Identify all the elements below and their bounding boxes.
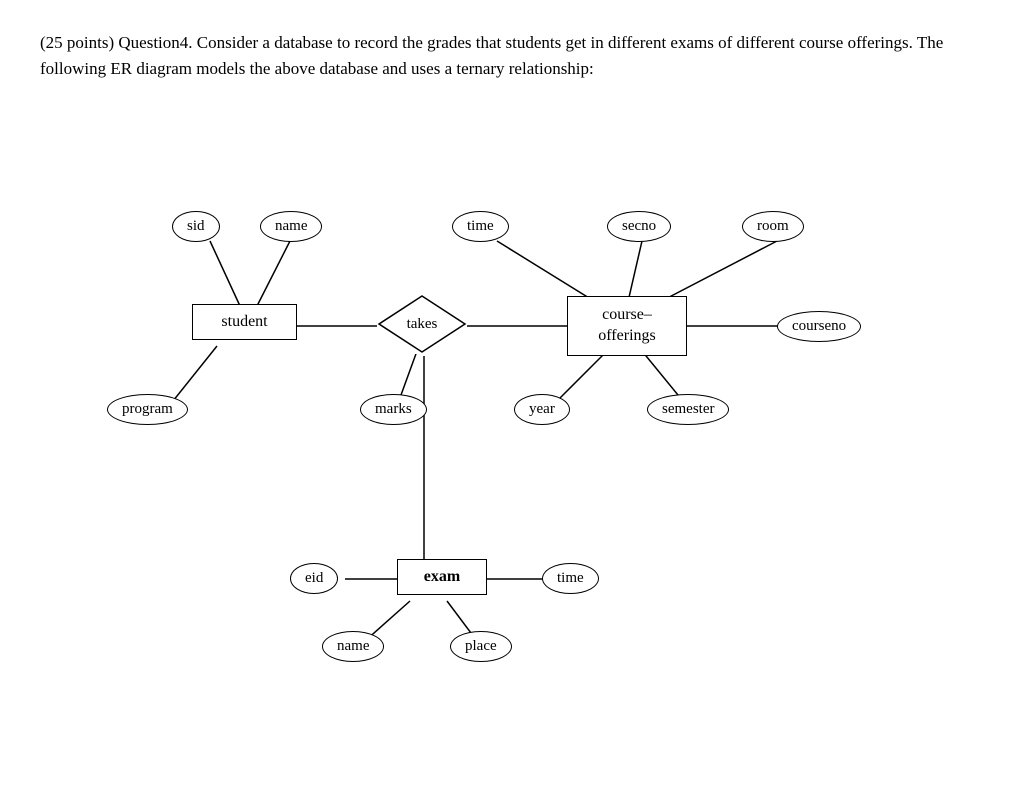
sid-node: sid xyxy=(172,211,220,242)
question-text: (25 points) Question4. Consider a databa… xyxy=(40,30,984,81)
semester-node: semester xyxy=(647,394,729,425)
time-exam-node: time xyxy=(542,563,599,594)
diagram-lines xyxy=(62,111,962,681)
exam-node: exam xyxy=(397,559,487,595)
year-node: year xyxy=(514,394,570,425)
courseno-node: courseno xyxy=(777,311,861,342)
time-co-node: time xyxy=(452,211,509,242)
name-student-node: name xyxy=(260,211,322,242)
er-diagram: sid name time secno room student takes c… xyxy=(62,111,962,681)
program-node: program xyxy=(107,394,188,425)
student-node: student xyxy=(192,304,297,340)
place-node: place xyxy=(450,631,512,662)
course-offerings-node: course– offerings xyxy=(567,296,687,356)
takes-node: takes xyxy=(377,294,467,354)
eid-node: eid xyxy=(290,563,338,594)
room-node: room xyxy=(742,211,804,242)
name-exam-node: name xyxy=(322,631,384,662)
secno-node: secno xyxy=(607,211,671,242)
marks-node: marks xyxy=(360,394,427,425)
